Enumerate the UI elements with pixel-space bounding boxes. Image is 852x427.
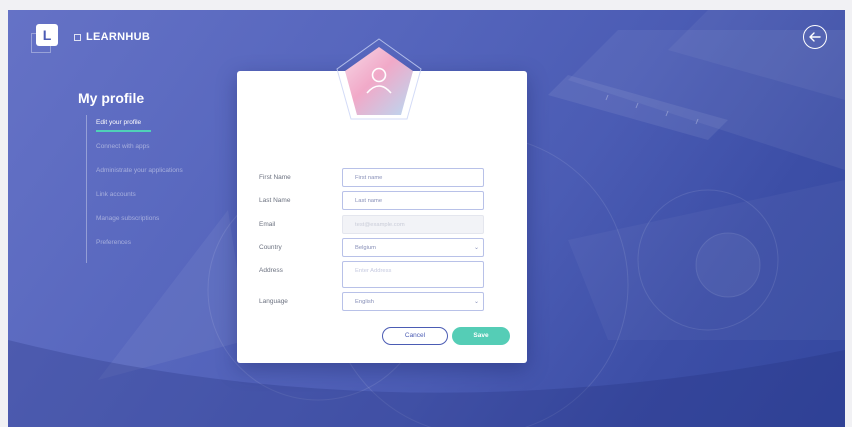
avatar[interactable] [333, 35, 425, 127]
email-row: Email test@example.com [257, 215, 515, 235]
save-button[interactable]: Save [452, 327, 510, 345]
sidebar-divider [86, 115, 87, 263]
sidebar-item-label: Manage subscriptions [96, 215, 160, 222]
sidebar-item-manage-subscriptions[interactable]: Manage subscriptions [96, 214, 183, 238]
page-title: My profile [78, 90, 145, 106]
brand-name: LEARNHUB [86, 31, 151, 43]
arrow-left-icon [809, 32, 821, 42]
first-name-label: First Name [259, 174, 291, 181]
first-name-field[interactable]: First name [342, 168, 484, 187]
app-frame: L LEARNHUB My profile Edit your profile … [8, 10, 845, 427]
address-label: Address [259, 267, 283, 274]
country-label: Country [259, 244, 282, 251]
sidebar-item-label: Administrate your applications [96, 167, 183, 174]
chevron-down-icon: ⌄ [473, 299, 479, 305]
address-row: Address Enter Address [257, 261, 515, 289]
last-name-label: Last Name [259, 197, 291, 204]
language-row: Language English ⌄ [257, 292, 515, 312]
language-label: Language [259, 298, 288, 305]
active-indicator [96, 130, 151, 132]
first-name-row: First Name First name [257, 168, 515, 188]
sidebar-item-preferences[interactable]: Preferences [96, 238, 183, 262]
sidebar-item-label: Edit your profile [96, 119, 142, 126]
email-label: Email [259, 221, 276, 228]
language-value: English [355, 299, 375, 305]
last-name-row: Last Name Last name [257, 191, 515, 211]
logo[interactable]: L [36, 24, 58, 46]
sidebar-item-label: Link accounts [96, 191, 136, 198]
sidebar-item-connect-apps[interactable]: Connect with apps [96, 142, 183, 166]
brand[interactable]: LEARNHUB [74, 31, 150, 43]
address-field[interactable]: Enter Address [342, 261, 484, 288]
sidebar-item-label: Preferences [96, 239, 132, 246]
email-field: test@example.com [342, 215, 484, 234]
language-select[interactable]: English ⌄ [342, 292, 484, 311]
sidebar-item-administrate-applications[interactable]: Administrate your applications [96, 166, 183, 190]
chevron-down-icon: ⌄ [473, 245, 479, 251]
sidebar-item-edit-profile[interactable]: Edit your profile [96, 118, 183, 142]
country-select[interactable]: Belgium ⌄ [342, 238, 484, 257]
sidebar-item-label: Connect with apps [96, 143, 150, 150]
sidebar-item-link-accounts[interactable]: Link accounts [96, 190, 183, 214]
last-name-field[interactable]: Last name [342, 191, 484, 210]
country-value: Belgium [355, 245, 376, 251]
brand-mark-icon [74, 33, 81, 41]
sidebar-nav: Edit your profile Connect with apps Admi… [96, 118, 183, 262]
back-button[interactable] [803, 25, 827, 49]
country-row: Country Belgium ⌄ [257, 238, 515, 258]
cancel-button[interactable]: Cancel [382, 327, 448, 345]
